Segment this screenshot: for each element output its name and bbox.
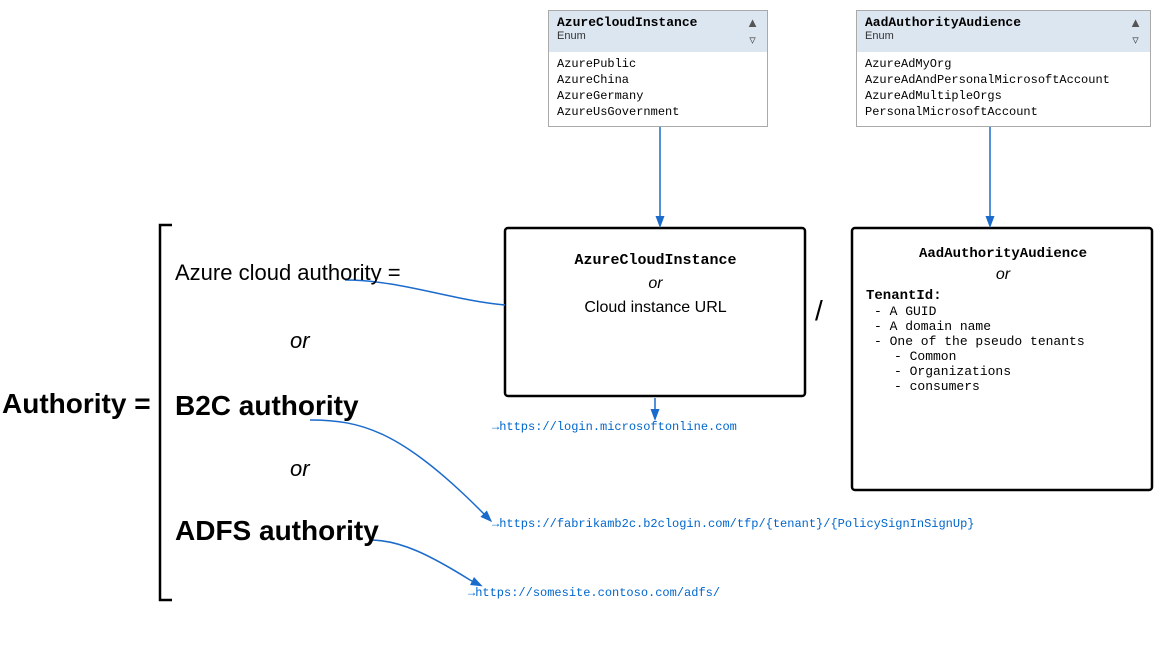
enum-subtitle-azure-cloud: Enum [557,30,697,42]
adfs-url[interactable]: →https://somesite.contoso.com/adfs/ [468,586,720,600]
filter-icon-aad[interactable]: ▿ [1132,32,1139,48]
diagram-container: AzureCloudInstance Enum ▲ ▿ AzurePublic … [0,0,1171,656]
filter-icon[interactable]: ▿ [749,32,756,48]
right-box-line1: AadAuthorityAudience [866,246,1140,262]
right-box-content: AadAuthorityAudience or TenantId: - A GU… [858,238,1148,402]
bracket-item-adfs: ADFS authority [175,515,379,547]
enum-item-personal-microsoft: PersonalMicrosoftAccount [865,104,1142,120]
right-box-item-consumers: - consumers [866,379,1140,394]
right-box-item-pseudo: - One of the pseudo tenants [866,334,1140,349]
enum-item-azure-us-gov: AzureUsGovernment [557,104,759,120]
enum-item-azure-germany: AzureGermany [557,88,759,104]
right-box-item-common: - Common [866,349,1140,364]
scroll-up-icon[interactable]: ▲ [746,15,759,30]
right-box-line3: TenantId: [866,288,1140,304]
bracket-item-or-2: or [290,456,310,482]
bracket-item-or-1: or [290,328,310,354]
middle-box-line3: Cloud instance URL [508,299,803,317]
b2c-url[interactable]: →https://fabrikamb2c.b2clogin.com/tfp/{t… [492,517,974,531]
enum-item-azure-ad-personal: AzureAdAndPersonalMicrosoftAccount [865,72,1142,88]
enum-header-aad: AadAuthorityAudience Enum ▲ ▿ [857,11,1150,52]
right-box-item-guid: - A GUID [866,304,1140,319]
right-box-line2: or [866,266,1140,284]
enum-item-azure-ad-my-org: AzureAdMyOrg [865,56,1142,72]
enum-header-azure-cloud: AzureCloudInstance Enum ▲ ▿ [549,11,767,52]
login-microsoft-url[interactable]: →https://login.microsoftonline.com [492,420,737,434]
middle-box-content: AzureCloudInstance or Cloud instance URL [508,242,803,317]
enum-body-azure-cloud: AzurePublic AzureChina AzureGermany Azur… [549,52,767,126]
right-box-item-orgs: - Organizations [866,364,1140,379]
middle-box-line2: or [508,275,803,293]
bracket-item-azure-cloud: Azure cloud authority = [175,260,401,286]
enum-body-aad: AzureAdMyOrg AzureAdAndPersonalMicrosoft… [857,52,1150,126]
enum-title-aad: AadAuthorityAudience [865,15,1021,30]
bracket-item-b2c: B2C authority [175,390,359,422]
scroll-up-icon-aad[interactable]: ▲ [1129,15,1142,30]
authority-label: Authority = [2,388,151,420]
azure-cloud-instance-enum: AzureCloudInstance Enum ▲ ▿ AzurePublic … [548,10,768,127]
enum-item-azure-china: AzureChina [557,72,759,88]
enum-item-azure-public: AzurePublic [557,56,759,72]
middle-box-line1: AzureCloudInstance [508,242,803,269]
aad-authority-audience-enum: AadAuthorityAudience Enum ▲ ▿ AzureAdMyO… [856,10,1151,127]
slash-divider: / [815,295,823,327]
enum-title-azure-cloud: AzureCloudInstance [557,15,697,30]
enum-item-azure-ad-multiple: AzureAdMultipleOrgs [865,88,1142,104]
right-box-item-domain: - A domain name [866,319,1140,334]
enum-subtitle-aad: Enum [865,30,1021,42]
